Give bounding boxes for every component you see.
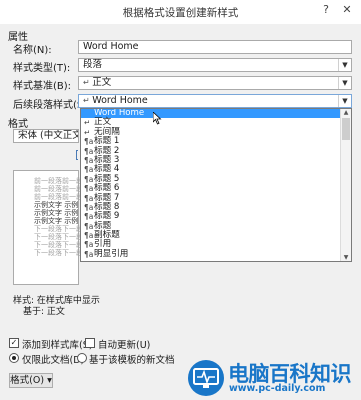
preview-sample-line: 示例文字 示例: [34, 217, 79, 225]
chevron-down-icon: ▼: [338, 95, 351, 107]
dropdown-option[interactable]: ¶a 标题: [81, 221, 351, 231]
linked-style-icon: ¶a: [84, 231, 94, 241]
dialog: 根据格式设置创建新样式 ? ✕ 属性 名称(N): Word Home 样式类型…: [0, 0, 361, 400]
add-to-gallery-label: 添加到样式库(S): [22, 340, 93, 351]
dropdown-option[interactable]: ¶a 标题 7: [81, 193, 351, 203]
name-label: 名称(N):: [13, 45, 52, 56]
description-area: 样式: 在样式库中显示 基于: 正文: [10, 287, 352, 319]
linked-style-icon: ¶a: [84, 240, 94, 250]
monitor-logo-icon: [188, 360, 224, 396]
dropdown-option[interactable]: ¶a 副标题: [81, 230, 351, 241]
chevron-down-icon: ▼: [338, 59, 351, 71]
dropdown-option-label: 明显引用: [94, 248, 129, 259]
chevron-down-icon: ▼: [338, 77, 351, 89]
preview-next-line: 下一段落下一段落下一段落: [34, 241, 118, 249]
align-left-icon[interactable]: [76, 150, 78, 160]
window-title: 根据格式设置创建新样式: [122, 7, 239, 19]
preview-next-line: 下一段落下一段落下一段落: [34, 233, 118, 241]
preview-sample-line: 示例文字 示例: [34, 201, 79, 209]
linked-style-icon: ¶a: [84, 165, 94, 175]
linked-style-icon: ¶a: [84, 155, 94, 165]
auto-update-label: 自动更新(U): [98, 340, 151, 351]
dropdown-option[interactable]: Word Home: [81, 109, 351, 119]
preview-next-line: 下一段落下一段落下一段落: [34, 225, 118, 233]
title-bar: 根据格式设置创建新样式 ? ✕: [0, 0, 361, 24]
preview-next-line: 下一段落下一段落下一段落: [34, 249, 118, 257]
linked-style-icon: ¶a: [84, 249, 94, 259]
dropdown-option[interactable]: ¶a 标题 3: [81, 155, 351, 165]
auto-update-checkbox[interactable]: [85, 338, 95, 348]
watermark-logo: 电脑百科知识 www.pc-daily.com: [187, 357, 357, 397]
dropdown-option[interactable]: ¶a 标题 5: [81, 174, 351, 184]
scroll-up-icon[interactable]: ▲: [341, 109, 351, 116]
style-preview: 前一段落前一段落前一段落 前一段落前一段落前一段落 前一段落前一段落前一段落 示…: [13, 170, 118, 285]
dropdown-option[interactable]: ¶a 标题 9: [81, 212, 351, 222]
new-docs-template-label: 基于该模板的新文档: [89, 355, 175, 366]
dropdown-option[interactable]: ¶a 标题 1: [81, 136, 351, 147]
next-para-dropdown-list[interactable]: Word Home ↵ 正文 ↵ 无间隔 ¶a 标题 1 ¶a 标题 2 ¶a 标题 3 ¶a 标题 4…: [80, 108, 352, 262]
dropdown-option[interactable]: ↵ 正文: [81, 118, 351, 128]
font-select[interactable]: 宋体 (中文正文): [13, 129, 79, 143]
help-button[interactable]: ?: [318, 2, 334, 18]
based-on-select[interactable]: ↵ 正文 ▼: [78, 76, 352, 90]
dropdown-option[interactable]: ¶a 明显引用: [81, 248, 351, 259]
paragraph-icon: ↵: [84, 118, 91, 128]
linked-style-icon: ¶a: [84, 174, 94, 184]
style-type-label: 样式类型(T):: [13, 63, 71, 74]
alignment-toolbar: [13, 149, 79, 162]
dropdown-option[interactable]: ¶a 标题 8: [81, 202, 351, 212]
linked-style-icon: ¶a: [84, 137, 94, 147]
name-input[interactable]: Word Home: [78, 40, 352, 54]
description-line: 基于: 正文: [23, 307, 65, 317]
format-button[interactable]: 格式(O) ▾: [9, 373, 53, 388]
linked-style-icon: ¶a: [84, 202, 94, 212]
next-para-select[interactable]: ↵ Word Home ▼: [78, 94, 352, 108]
format-group-label: 格式: [8, 119, 28, 130]
preview-prev-line: 前一段落前一段落前一段落: [34, 177, 118, 185]
paragraph-icon: ↵: [83, 96, 93, 105]
dropdown-option[interactable]: ↵ 无间隔: [81, 127, 351, 137]
dropdown-option[interactable]: ¶a 标题 4: [81, 165, 351, 175]
scroll-down-icon[interactable]: ▼: [341, 254, 351, 261]
based-on-label: 样式基准(B):: [13, 81, 72, 92]
new-docs-template-radio[interactable]: [77, 353, 87, 363]
preview-prev-line: 前一段落前一段落前一段落: [34, 193, 118, 201]
dropdown-scrollbar[interactable]: ▲ ▼: [340, 109, 351, 261]
only-this-doc-radio[interactable]: [9, 353, 19, 363]
linked-style-icon: ¶a: [84, 221, 94, 231]
only-this-doc-label: 仅限此文档(D): [22, 355, 85, 366]
style-type-select[interactable]: 段落 ▼: [78, 58, 352, 72]
dropdown-option[interactable]: ¶a 标题 2: [81, 146, 351, 156]
add-to-gallery-checkbox[interactable]: ✓: [9, 338, 19, 348]
paragraph-icon: ↵: [84, 127, 91, 137]
mouse-cursor-icon: [153, 112, 162, 125]
preview-sample-line: 示例文字 示例: [34, 209, 79, 217]
watermark-url: www.pc-daily.com: [229, 383, 326, 394]
dropdown-option[interactable]: ¶a 标题 6: [81, 183, 351, 194]
linked-style-icon: ¶a: [84, 146, 94, 156]
scroll-thumb[interactable]: [342, 118, 350, 140]
linked-style-icon: ¶a: [84, 184, 94, 194]
preview-prev-line: 前一段落前一段落前一段落: [34, 185, 118, 193]
close-button[interactable]: ✕: [339, 2, 355, 18]
linked-style-icon: ¶a: [84, 193, 94, 203]
linked-style-icon: ¶a: [84, 212, 94, 222]
paragraph-icon: ↵: [83, 78, 93, 87]
